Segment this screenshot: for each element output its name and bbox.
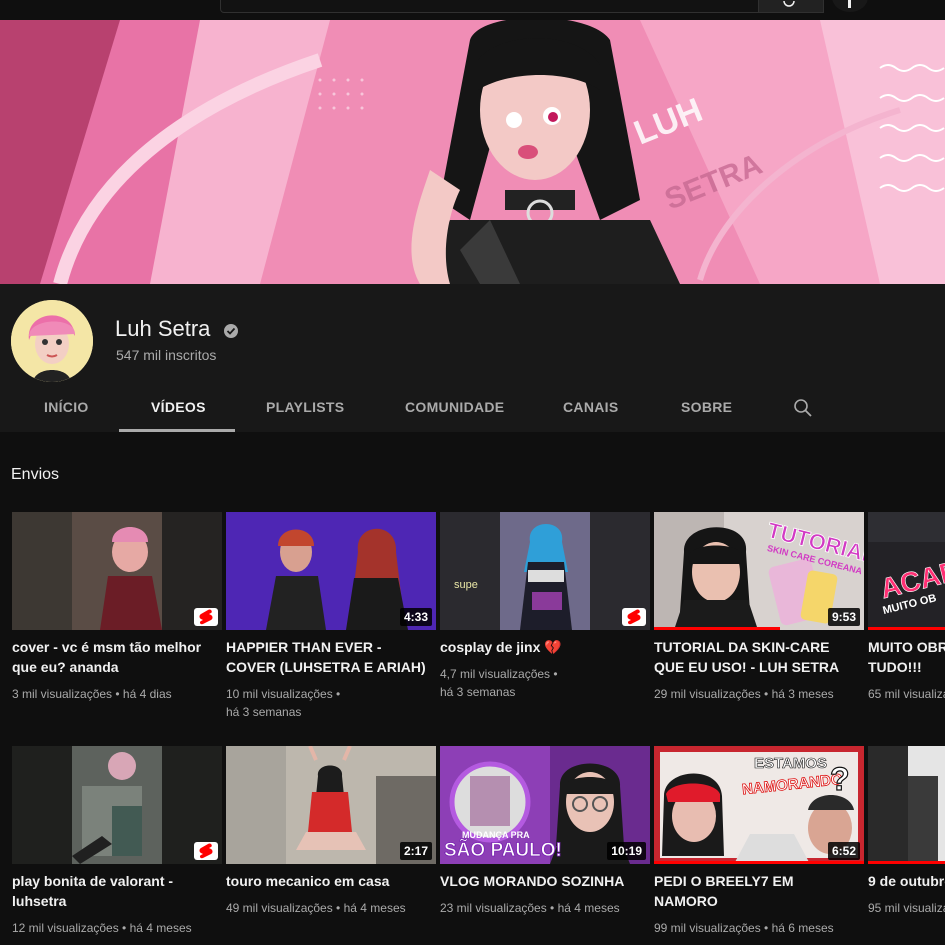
banner-art: LUH SETRA bbox=[0, 20, 945, 284]
video-meta: 65 mil visualiza bbox=[868, 687, 945, 701]
thumbnail-overlay-subtext: MUDANÇA PRA bbox=[462, 830, 530, 840]
search-button[interactable] bbox=[758, 0, 824, 13]
verified-icon bbox=[224, 324, 238, 338]
video-duration: 10:19 bbox=[607, 842, 646, 860]
video-thumbnail[interactable]: supe bbox=[440, 512, 650, 630]
video-title[interactable]: VLOG MORANDO SOZINHA bbox=[440, 871, 640, 891]
video-thumbnail[interactable]: ACAB MUITO OB bbox=[868, 512, 945, 630]
video-title[interactable]: cosplay de jinx 💔 bbox=[440, 637, 640, 657]
tab-comunidade[interactable]: COMUNIDADE bbox=[405, 399, 504, 415]
tab-sobre[interactable]: SOBRE bbox=[681, 399, 732, 415]
shorts-icon bbox=[622, 608, 646, 626]
search-icon bbox=[794, 399, 812, 417]
video-thumbnail[interactable] bbox=[12, 746, 222, 864]
video-title[interactable]: 9 de outubro bbox=[868, 871, 945, 891]
video-title[interactable]: MUITO OBRI TUDO!!! bbox=[868, 637, 945, 677]
video-duration: 6:52 bbox=[827, 842, 860, 860]
thumbnail-overlay-text: supe bbox=[454, 579, 478, 591]
subscriber-count: 547 mil inscritos bbox=[116, 347, 217, 363]
video-thumbnail[interactable] bbox=[868, 746, 945, 864]
watch-progress-bar bbox=[654, 861, 864, 864]
search-input[interactable] bbox=[220, 0, 760, 13]
watch-progress-bar bbox=[868, 627, 945, 630]
video-duration: 9:53 bbox=[827, 608, 860, 626]
shorts-icon bbox=[194, 842, 218, 860]
video-title[interactable]: touro mecanico em casa bbox=[226, 871, 426, 891]
channel-search-button[interactable] bbox=[793, 398, 813, 418]
video-meta: 23 mil visualizações • há 4 meses bbox=[440, 901, 620, 915]
shorts-icon bbox=[194, 608, 218, 626]
video-thumbnail[interactable]: TUTORIAL SKIN CARE COREANA 9:53 bbox=[654, 512, 864, 630]
mic-icon bbox=[848, 0, 851, 8]
thumbnail-overlay-text: SÃO PAULO! bbox=[444, 839, 562, 861]
avatar-image bbox=[11, 300, 93, 382]
search-icon bbox=[783, 0, 795, 7]
section-title: Envios bbox=[11, 466, 60, 483]
watch-progress-bar bbox=[654, 627, 780, 630]
video-meta: 29 mil visualizações • há 3 meses bbox=[654, 687, 834, 701]
video-meta: 95 mil visualiza bbox=[868, 901, 945, 915]
video-thumbnail[interactable]: 2:17 bbox=[226, 746, 436, 864]
channel-name: Luh Setra bbox=[115, 316, 211, 341]
video-duration: 2:17 bbox=[399, 842, 432, 860]
video-thumbnail[interactable] bbox=[12, 512, 222, 630]
video-thumbnail[interactable]: MUDANÇA PRA SÃO PAULO! 10:19 bbox=[440, 746, 650, 864]
video-thumbnail[interactable]: 4:33 bbox=[226, 512, 436, 630]
voice-search-button[interactable] bbox=[832, 0, 868, 12]
video-title[interactable]: play bonita de valorant - luhsetra bbox=[12, 871, 212, 911]
svg-text:?: ? bbox=[830, 761, 850, 797]
channel-banner: LUH SETRA bbox=[0, 20, 945, 284]
tab-videos[interactable]: VÍDEOS bbox=[151, 399, 206, 415]
tab-inicio[interactable]: INÍCIO bbox=[44, 399, 89, 415]
active-tab-indicator bbox=[119, 429, 235, 432]
channel-avatar[interactable] bbox=[11, 300, 93, 382]
video-title[interactable]: HAPPIER THAN EVER - COVER (LUHSETRA E ARI… bbox=[226, 637, 426, 677]
thumbnail-overlay-text: ESTAMOS bbox=[754, 755, 827, 772]
video-title[interactable]: TUTORIAL DA SKIN-CARE QUE EU USO! - LUH S… bbox=[654, 637, 854, 677]
video-meta: 10 mil visualizações • há 3 semanas bbox=[226, 687, 341, 719]
video-meta: 3 mil visualizações • há 4 dias bbox=[12, 687, 172, 701]
video-meta: 49 mil visualizações • há 4 meses bbox=[226, 901, 406, 915]
video-meta: 4,7 mil visualizações • há 3 semanas bbox=[440, 667, 558, 699]
video-duration: 4:33 bbox=[399, 608, 432, 626]
video-thumbnail[interactable]: ESTAMOS NAMORANDO? 6:52 bbox=[654, 746, 864, 864]
masthead bbox=[0, 0, 945, 20]
video-meta: 99 mil visualizações • há 6 meses bbox=[654, 921, 834, 935]
watch-progress-bar bbox=[868, 861, 945, 864]
tab-canais[interactable]: CANAIS bbox=[563, 399, 618, 415]
video-title[interactable]: PEDI O BREELY7 EM NAMORO bbox=[654, 871, 854, 911]
video-title[interactable]: cover - vc é msm tão melhor que eu? anand… bbox=[12, 637, 212, 677]
video-meta: 12 mil visualizações • há 4 meses bbox=[12, 921, 192, 935]
tab-playlists[interactable]: PLAYLISTS bbox=[266, 399, 344, 415]
